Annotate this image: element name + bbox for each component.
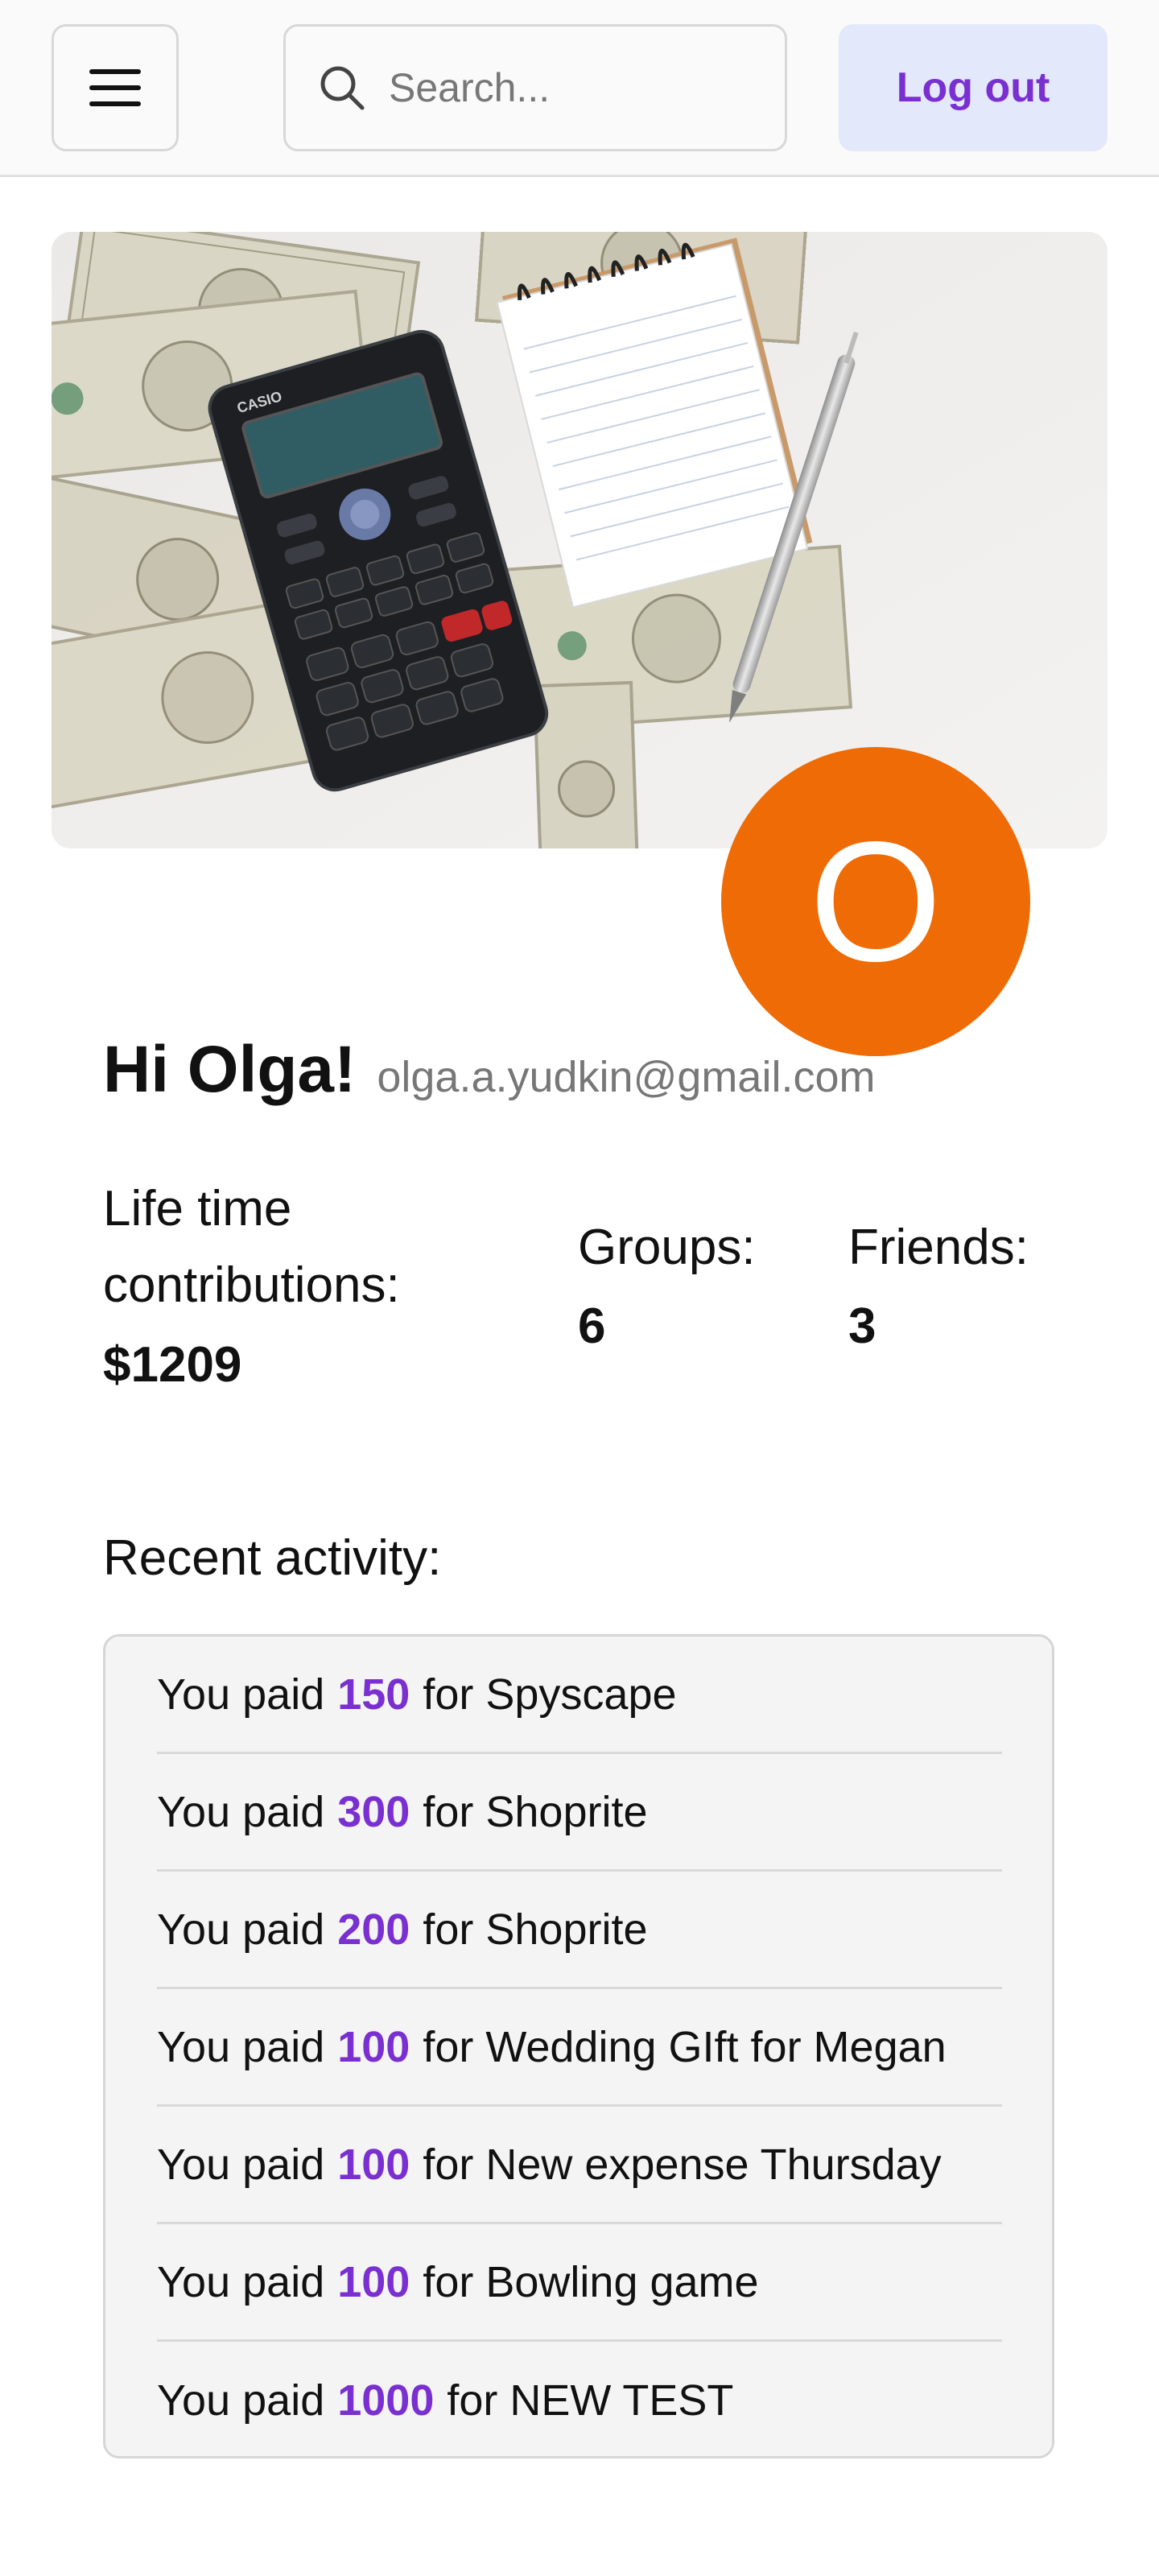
friends-label: Friends:	[848, 1220, 1029, 1275]
contributions-value: $1209	[103, 1337, 242, 1393]
activity-amount: 150	[337, 1670, 410, 1719]
list-item: You paid 1000 for NEW TEST	[157, 2342, 1002, 2456]
activity-description: for Wedding GIft for Megan	[423, 2022, 947, 2071]
groups-label: Groups:	[578, 1220, 756, 1275]
contributions-label-line1: Life time	[103, 1181, 292, 1236]
contributions-label-line2: contributions:	[103, 1257, 400, 1313]
recent-activity-title: Recent activity:	[103, 1530, 442, 1586]
top-bar: Log out	[0, 0, 1159, 177]
logout-button[interactable]: Log out	[839, 24, 1107, 151]
activity-amount: 100	[337, 2140, 410, 2189]
activity-description: for New expense Thursday	[423, 2140, 942, 2189]
user-email: olga.a.yudkin@gmail.com	[377, 1053, 876, 1101]
activity-amount: 100	[337, 2257, 410, 2306]
activity-description: for Shoprite	[423, 1905, 648, 1954]
menu-button[interactable]	[52, 24, 179, 151]
list-item: You paid 100 for New expense Thursday	[157, 2107, 1002, 2224]
money-calculator-illustration: CASIO	[52, 232, 1107, 848]
search-input[interactable]	[387, 64, 761, 112]
greeting-text: Hi Olga!	[103, 1033, 357, 1106]
activity-list-inner: You paid 150 for Spyscape You paid 300 f…	[157, 1637, 1002, 2456]
activity-amount: 100	[337, 2022, 410, 2071]
activity-prefix: You paid	[157, 1905, 325, 1954]
activity-amount: 300	[337, 1787, 410, 1836]
activity-prefix: You paid	[157, 1787, 325, 1836]
contributions-label: Life time contributions:	[103, 1170, 400, 1323]
recent-activity-list[interactable]: You paid 150 for Spyscape You paid 300 f…	[103, 1634, 1054, 2458]
activity-prefix: You paid	[157, 1670, 325, 1719]
activity-description: for Spyscape	[423, 1670, 677, 1719]
list-item: You paid 100 for Bowling game	[157, 2224, 1002, 2342]
avatar[interactable]: O	[721, 747, 1030, 1056]
greeting-row: Hi Olga! olga.a.yudkin@gmail.com	[103, 1032, 875, 1108]
activity-description: for Bowling game	[423, 2257, 759, 2306]
friends-value: 3	[848, 1298, 876, 1354]
activity-description: for Shoprite	[423, 1787, 648, 1836]
activity-description: for NEW TEST	[447, 2376, 734, 2425]
cover-image: CASIO	[52, 232, 1107, 848]
activity-amount: 1000	[337, 2376, 435, 2425]
activity-prefix: You paid	[157, 2022, 325, 2071]
groups-value: 6	[578, 1298, 606, 1354]
activity-prefix: You paid	[157, 2140, 325, 2189]
list-item: You paid 200 for Shoprite	[157, 1872, 1002, 1989]
activity-amount: 200	[337, 1905, 410, 1954]
search-icon	[318, 64, 366, 112]
activity-prefix: You paid	[157, 2376, 325, 2425]
hamburger-menu-icon	[89, 69, 141, 106]
activity-prefix: You paid	[157, 2257, 325, 2306]
list-item: You paid 150 for Spyscape	[157, 1637, 1002, 1754]
list-item: You paid 100 for Wedding GIft for Megan	[157, 1989, 1002, 2107]
list-item: You paid 300 for Shoprite	[157, 1754, 1002, 1872]
search-box[interactable]	[283, 24, 787, 151]
